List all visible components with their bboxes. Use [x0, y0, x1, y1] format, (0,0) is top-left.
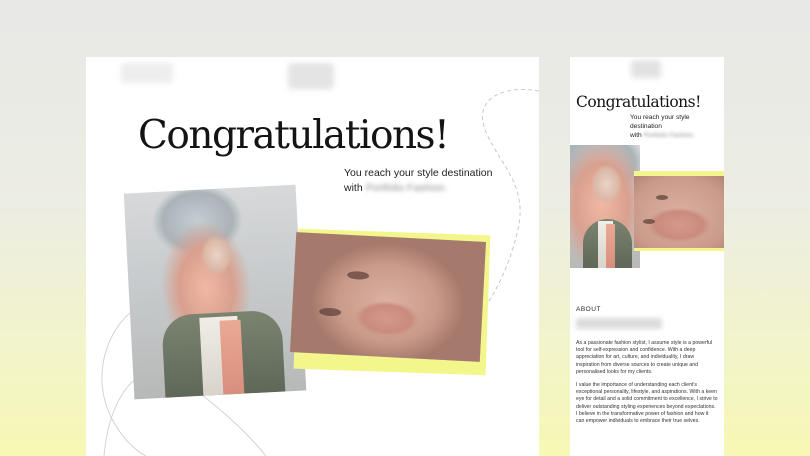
page-subtitle: You reach your style destination with Po…: [344, 166, 534, 196]
page-subtitle: You reach your style destination with Po…: [630, 113, 722, 140]
brand-name-blurred: Portfolio Fashion.: [643, 132, 695, 139]
subtitle-line: You reach your style destination: [344, 167, 493, 179]
desktop-preview: Congratulations! You reach your style de…: [86, 57, 539, 456]
subtitle-prefix: with: [630, 132, 642, 139]
mobile-preview: Congratulations! You reach your style de…: [570, 57, 724, 456]
brand-name-blurred: Portfolio Fashion.: [365, 182, 448, 194]
subtitle-line: You reach your style destination: [630, 114, 690, 130]
portrait-photo-pastel-hair: [570, 145, 640, 268]
page-title: Congratulations!: [576, 93, 701, 111]
about-paragraph: I value the importance of understanding …: [576, 382, 718, 425]
about-text: As a passionate fashion stylist, I assum…: [576, 340, 718, 431]
about-section-label: ABOUT: [576, 306, 601, 313]
stylist-name-blurred: [576, 318, 662, 329]
page-title: Congratulations!: [138, 113, 450, 158]
portrait-photo-pastel-hair: [123, 184, 307, 400]
about-paragraph: As a passionate fashion stylist, I assum…: [576, 340, 713, 375]
closeup-face-photo: [289, 232, 487, 362]
brand-logo-blurred: [631, 60, 661, 78]
closeup-face-photo: [634, 176, 724, 248]
subtitle-prefix: with: [344, 182, 363, 194]
